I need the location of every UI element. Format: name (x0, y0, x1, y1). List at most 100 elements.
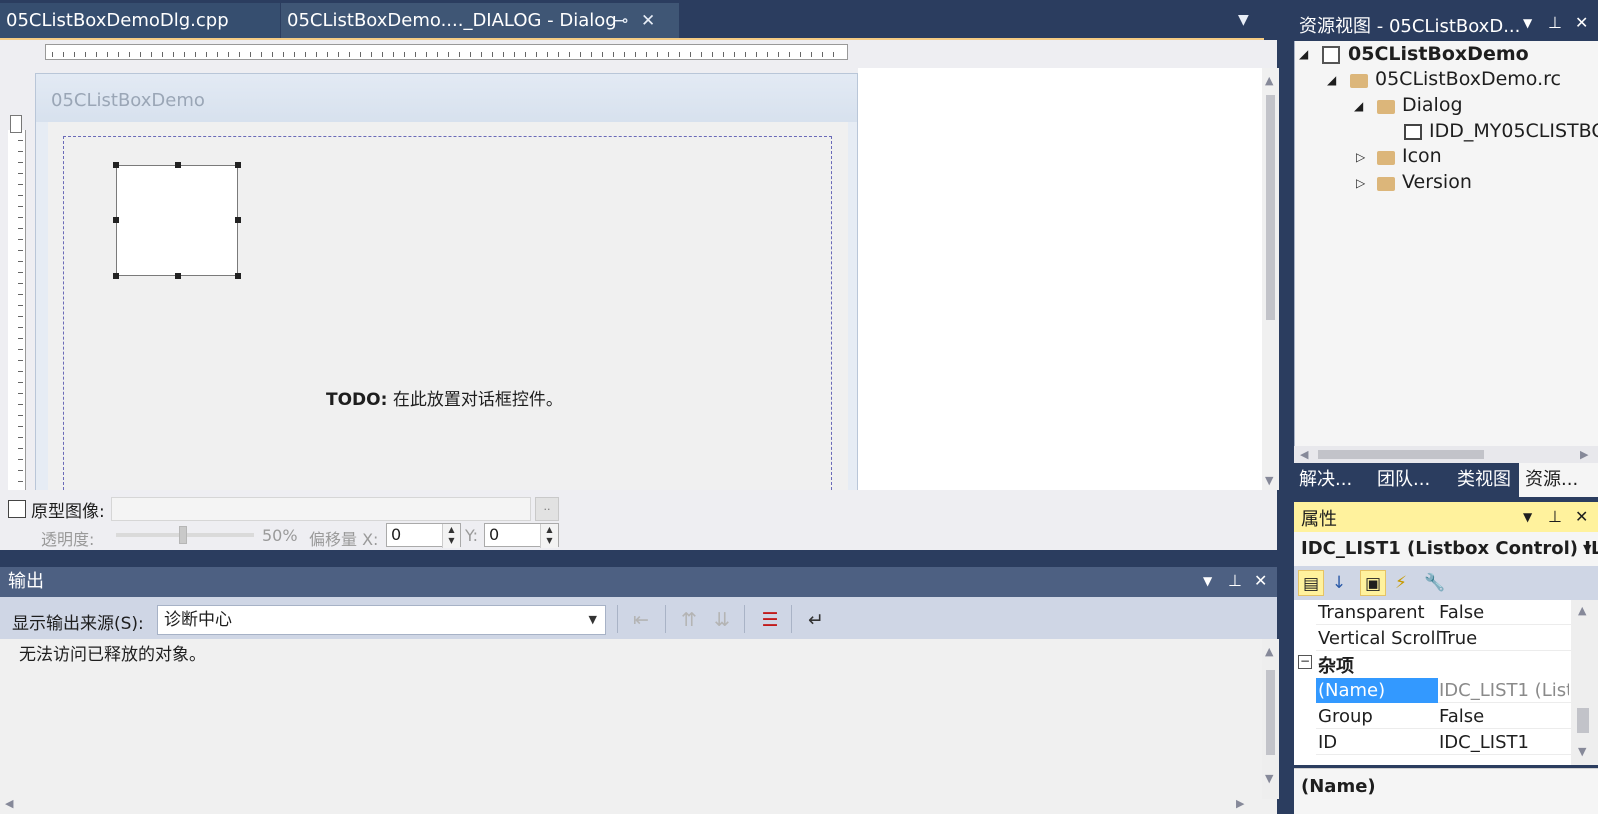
designer-scroll-thumb[interactable] (1266, 95, 1275, 320)
previous-message-icon[interactable]: ⇈ (676, 607, 702, 633)
property-name: Vertical Scroll (1318, 628, 1441, 649)
opacity-value: 50% (262, 526, 298, 545)
ruler-tick (624, 52, 625, 57)
resize-handle[interactable] (113, 217, 119, 223)
output-panel-title: 输出 (8, 571, 44, 592)
property-grid-scrollbar[interactable] (1571, 600, 1598, 765)
tab-class-view[interactable]: 类视图 (1457, 463, 1519, 497)
tree-item-rc-file[interactable]: 05CListBoxDemo.rc (1375, 68, 1561, 90)
opacity-slider-thumb[interactable] (179, 526, 187, 544)
goto-line-icon[interactable]: ⇤ (628, 607, 654, 633)
toolbar-separator (744, 605, 745, 633)
properties-icon[interactable]: ▣ (1360, 570, 1386, 596)
tab-solution-explorer[interactable]: 解决... (1299, 463, 1371, 497)
ruler-tick (360, 52, 361, 57)
scroll-up-icon[interactable]: ▲ (1265, 74, 1273, 87)
output-source-select[interactable]: 诊断中心 ▼ (157, 605, 606, 635)
scroll-up-icon[interactable]: ▲ (1265, 645, 1273, 658)
ruler-tick (338, 52, 339, 57)
collapsed-arrow-icon[interactable]: ▷ (1356, 150, 1365, 164)
chevron-down-icon[interactable]: ▼ (1583, 542, 1591, 555)
scroll-down-icon[interactable]: ▼ (1578, 745, 1586, 758)
tree-item-dialog-folder[interactable]: Dialog (1402, 94, 1463, 116)
scroll-left-icon[interactable]: ◀ (1300, 448, 1308, 461)
tab-team-explorer[interactable]: 团队... (1377, 463, 1449, 497)
ruler-tick (217, 52, 218, 57)
pin-icon[interactable]: ⊥ (1548, 9, 1562, 37)
tab-resource-view[interactable]: 资源... (1519, 463, 1598, 497)
resource-tree-scroll-thumb[interactable] (1318, 450, 1484, 459)
expanded-arrow-icon[interactable]: ◢ (1299, 47, 1308, 61)
property-pages-icon[interactable]: 🔧 (1422, 570, 1448, 596)
spinner-arrows-icon[interactable]: ▲ ▼ (442, 524, 460, 548)
word-wrap-icon[interactable]: ↵ (803, 607, 829, 633)
resize-handle[interactable] (113, 162, 119, 168)
property-row[interactable]: Group False (1316, 704, 1571, 729)
output-scroll-thumb[interactable] (1266, 670, 1275, 755)
panel-menu-dropdown-icon[interactable]: ▼ (1523, 9, 1532, 37)
spinner-arrows-icon[interactable]: ▲ ▼ (540, 524, 558, 548)
scroll-down-icon[interactable]: ▼ (1265, 474, 1273, 487)
close-panel-icon[interactable]: ✕ (1575, 9, 1588, 37)
todo-static-text[interactable]: TODO: 在此放置对话框控件。 (326, 385, 563, 410)
alphabetical-icon[interactable]: ↓ (1326, 570, 1352, 596)
prototype-browse-button[interactable]: .. (535, 497, 559, 521)
resize-handle[interactable] (235, 217, 241, 223)
close-panel-icon[interactable]: ✕ (1575, 503, 1588, 531)
ruler-tick (536, 52, 537, 57)
clear-all-icon[interactable]: ☰ (757, 607, 783, 633)
pin-icon[interactable]: ⊸ (614, 3, 628, 39)
resize-handle[interactable] (235, 162, 241, 168)
scroll-right-icon[interactable]: ▶ (1236, 797, 1244, 810)
listbox-control[interactable] (113, 162, 241, 279)
resize-handle[interactable] (175, 273, 181, 279)
categorized-icon[interactable]: ▤ (1298, 570, 1324, 596)
pin-icon[interactable]: ⊥ (1228, 567, 1242, 595)
output-text-area[interactable] (0, 639, 1277, 814)
scroll-left-icon[interactable]: ◀ (5, 797, 13, 810)
expanded-arrow-icon[interactable]: ◢ (1354, 99, 1363, 113)
scroll-right-icon[interactable]: ▶ (1580, 448, 1588, 461)
property-row[interactable]: ID IDC_LIST1 (1316, 730, 1571, 755)
tree-item-project[interactable]: 05CListBoxDemo (1348, 43, 1529, 65)
panel-menu-dropdown-icon[interactable]: ▼ (1203, 567, 1212, 595)
tree-item-icon-folder[interactable]: Icon (1402, 145, 1442, 167)
offset-x-spinbox[interactable]: 0 ▲ ▼ (386, 523, 461, 548)
property-grid-scroll-thumb[interactable] (1577, 708, 1589, 733)
todo-message: 在此放置对话框控件。 (387, 390, 563, 410)
tree-item-dialog-resource[interactable]: IDD_MY05CLISTBOX (1429, 120, 1598, 142)
tree-item-version-folder[interactable]: Version (1402, 171, 1472, 193)
properties-object-label: IDC_LIST1 (Listbox Control) ILB (1301, 538, 1598, 559)
next-message-icon[interactable]: ⇊ (709, 607, 735, 633)
property-row[interactable]: Vertical Scroll True (1316, 626, 1571, 651)
resize-handle[interactable] (175, 162, 181, 168)
vertical-ruler[interactable] (8, 115, 26, 490)
scroll-down-icon[interactable]: ▼ (1265, 772, 1273, 785)
ruler-tick (18, 349, 23, 350)
events-icon[interactable]: ⚡ (1388, 570, 1414, 596)
prototype-image-checkbox[interactable] (8, 500, 26, 518)
property-name: Transparent (1318, 602, 1425, 623)
collapse-category-icon[interactable]: − (1298, 655, 1312, 669)
resize-handle[interactable] (235, 273, 241, 279)
ruler-tick (74, 52, 75, 57)
expanded-arrow-icon[interactable]: ◢ (1327, 73, 1336, 87)
pin-icon[interactable]: ⊥ (1548, 503, 1562, 531)
scroll-up-icon[interactable]: ▲ (1578, 604, 1586, 617)
property-row-selected[interactable]: (Name) IDC_LIST1 (Listbo (1316, 678, 1571, 703)
ruler-tick (18, 426, 23, 427)
collapsed-arrow-icon[interactable]: ▷ (1356, 176, 1365, 190)
tab-dialog-designer[interactable]: 05CListBoxDemo...._DIALOG - Dialog ⊸ ✕ (281, 3, 679, 39)
prototype-image-path-field[interactable] (111, 497, 531, 521)
output-panel-header (0, 567, 1277, 597)
ruler-tick (18, 151, 23, 152)
close-panel-icon[interactable]: ✕ (1254, 567, 1267, 595)
tab-overflow-dropdown-icon[interactable]: ▼ (1238, 12, 1249, 28)
close-tab-icon[interactable]: ✕ (641, 3, 655, 39)
offset-y-spinbox[interactable]: 0 ▲ ▼ (484, 523, 559, 548)
property-row[interactable]: Transparent False (1316, 600, 1571, 625)
panel-menu-dropdown-icon[interactable]: ▼ (1523, 503, 1532, 531)
resize-handle[interactable] (113, 273, 119, 279)
tab-dlg-cpp[interactable]: 05CListBoxDemoDlg.cpp (0, 3, 280, 39)
horizontal-ruler[interactable] (45, 44, 848, 60)
